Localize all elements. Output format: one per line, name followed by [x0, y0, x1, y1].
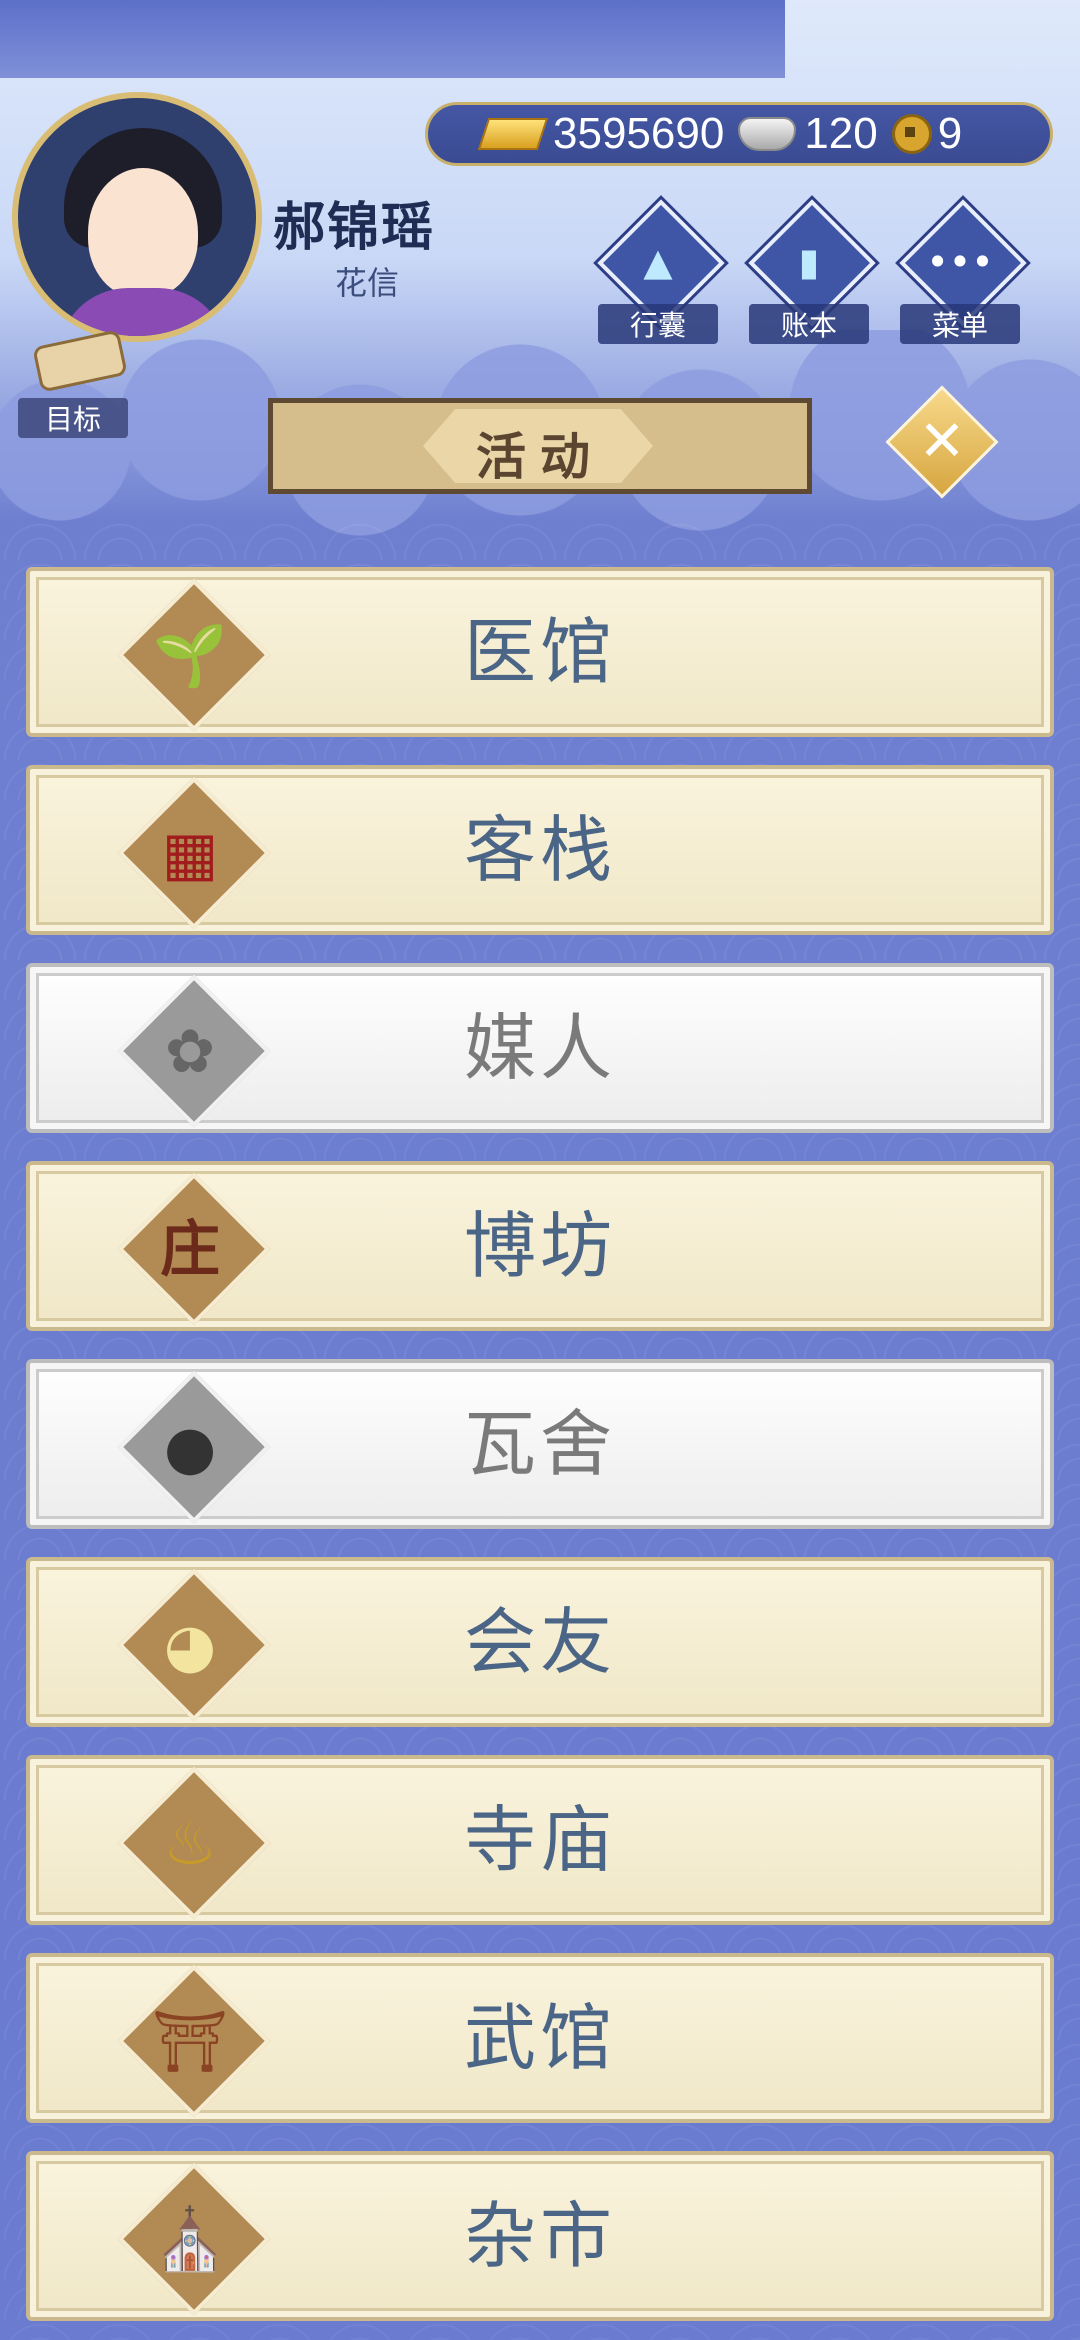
player-avatar[interactable] — [12, 92, 262, 342]
activity-label: 媒人 — [463, 1006, 616, 1090]
activity-label: 杂市 — [463, 2194, 616, 2278]
activity-theater[interactable]: ● 瓦舍 — [26, 1359, 1054, 1529]
bag-icon: ▲ — [643, 240, 673, 284]
activity-gambling-house[interactable]: 庄 博坊 — [26, 1161, 1054, 1331]
top-decor-band — [0, 0, 785, 78]
activity-matchmaker[interactable]: ✿ 媒人 — [26, 963, 1054, 1133]
gold-ingot-icon — [477, 118, 549, 150]
ledger-book-icon: ▮ — [798, 240, 820, 284]
activity-market[interactable]: ⛪ 杂市 — [26, 2151, 1054, 2321]
activity-label: 寺庙 — [463, 1798, 616, 1882]
bag-label: 行囊 — [598, 304, 718, 344]
bag-button[interactable]: ▲ 行囊 — [597, 199, 725, 348]
activity-label: 会友 — [463, 1600, 616, 1684]
player-title: 花信 — [335, 264, 400, 302]
menu-button[interactable]: ••• 菜单 — [899, 199, 1027, 348]
close-icon: ✕ — [918, 409, 966, 474]
goal-label: 目标 — [18, 398, 128, 438]
activity-label: 客栈 — [463, 808, 616, 892]
ledger-label: 账本 — [749, 304, 869, 344]
section-title: 活动 — [476, 428, 604, 486]
activity-temple[interactable]: ♨ 寺庙 — [26, 1755, 1054, 1925]
silver-amount: 120 — [804, 109, 878, 158]
player-name: 郝锦瑶 — [273, 198, 436, 258]
activity-label: 医馆 — [463, 610, 616, 694]
currency-bar: 3595690 120 9 — [425, 102, 1053, 166]
ledger-button[interactable]: ▮ 账本 — [748, 199, 876, 348]
activity-meet-friends[interactable]: ◕ 会友 — [26, 1557, 1054, 1727]
scroll-icon — [32, 329, 128, 393]
coin-amount: 9 — [937, 109, 963, 158]
menu-label: 菜单 — [900, 304, 1020, 344]
avatar-face — [88, 168, 198, 298]
goal-button[interactable]: 目标 — [18, 318, 128, 438]
section-title-banner: 活动 — [268, 398, 812, 494]
copper-coin-icon — [891, 114, 932, 154]
activity-label: 博坊 — [463, 1204, 616, 1288]
activity-clinic[interactable]: 🌱 医馆 — [26, 567, 1054, 737]
activity-label: 瓦舍 — [463, 1402, 616, 1486]
silver-ingot-icon — [738, 117, 797, 151]
activity-label: 武馆 — [463, 1996, 616, 2080]
more-dots-icon: ••• — [926, 240, 994, 284]
gold-amount: 3595690 — [553, 109, 725, 158]
activity-inn[interactable]: ▦ 客栈 — [26, 765, 1054, 935]
activity-martial-arts-hall[interactable]: ⛩ 武馆 — [26, 1953, 1054, 2123]
